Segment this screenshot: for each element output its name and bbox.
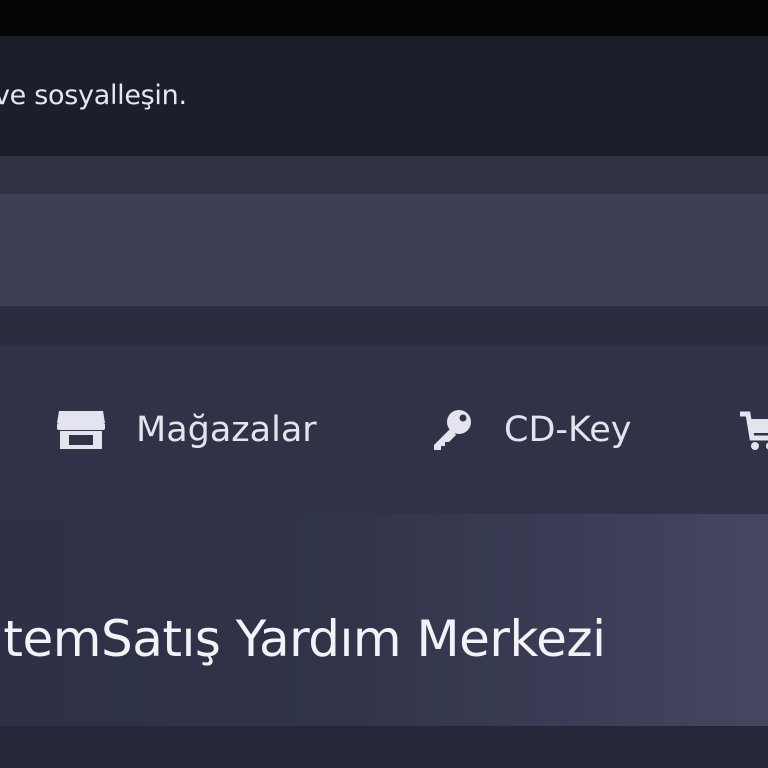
- header-strip: [0, 194, 768, 306]
- page-title: itemSatış Yardım Merkezi: [0, 610, 606, 668]
- nav-item-label: Mağazalar: [136, 410, 317, 450]
- cart-icon: [738, 408, 768, 452]
- divider-strip: [0, 306, 768, 346]
- nav-item-stores[interactable]: Mağazalar: [56, 392, 317, 468]
- nav-item-label: CD-Key: [504, 410, 632, 450]
- tagline-text: ve sosyalleşin.: [0, 80, 187, 111]
- top-edge: [0, 0, 768, 36]
- key-icon: [430, 408, 474, 452]
- nav-item-cd-key[interactable]: CD-Key: [430, 392, 631, 468]
- content-edge: [0, 726, 768, 768]
- divider-strip: [0, 156, 768, 194]
- store-icon: [56, 409, 106, 451]
- nav-item-cart[interactable]: [738, 392, 768, 468]
